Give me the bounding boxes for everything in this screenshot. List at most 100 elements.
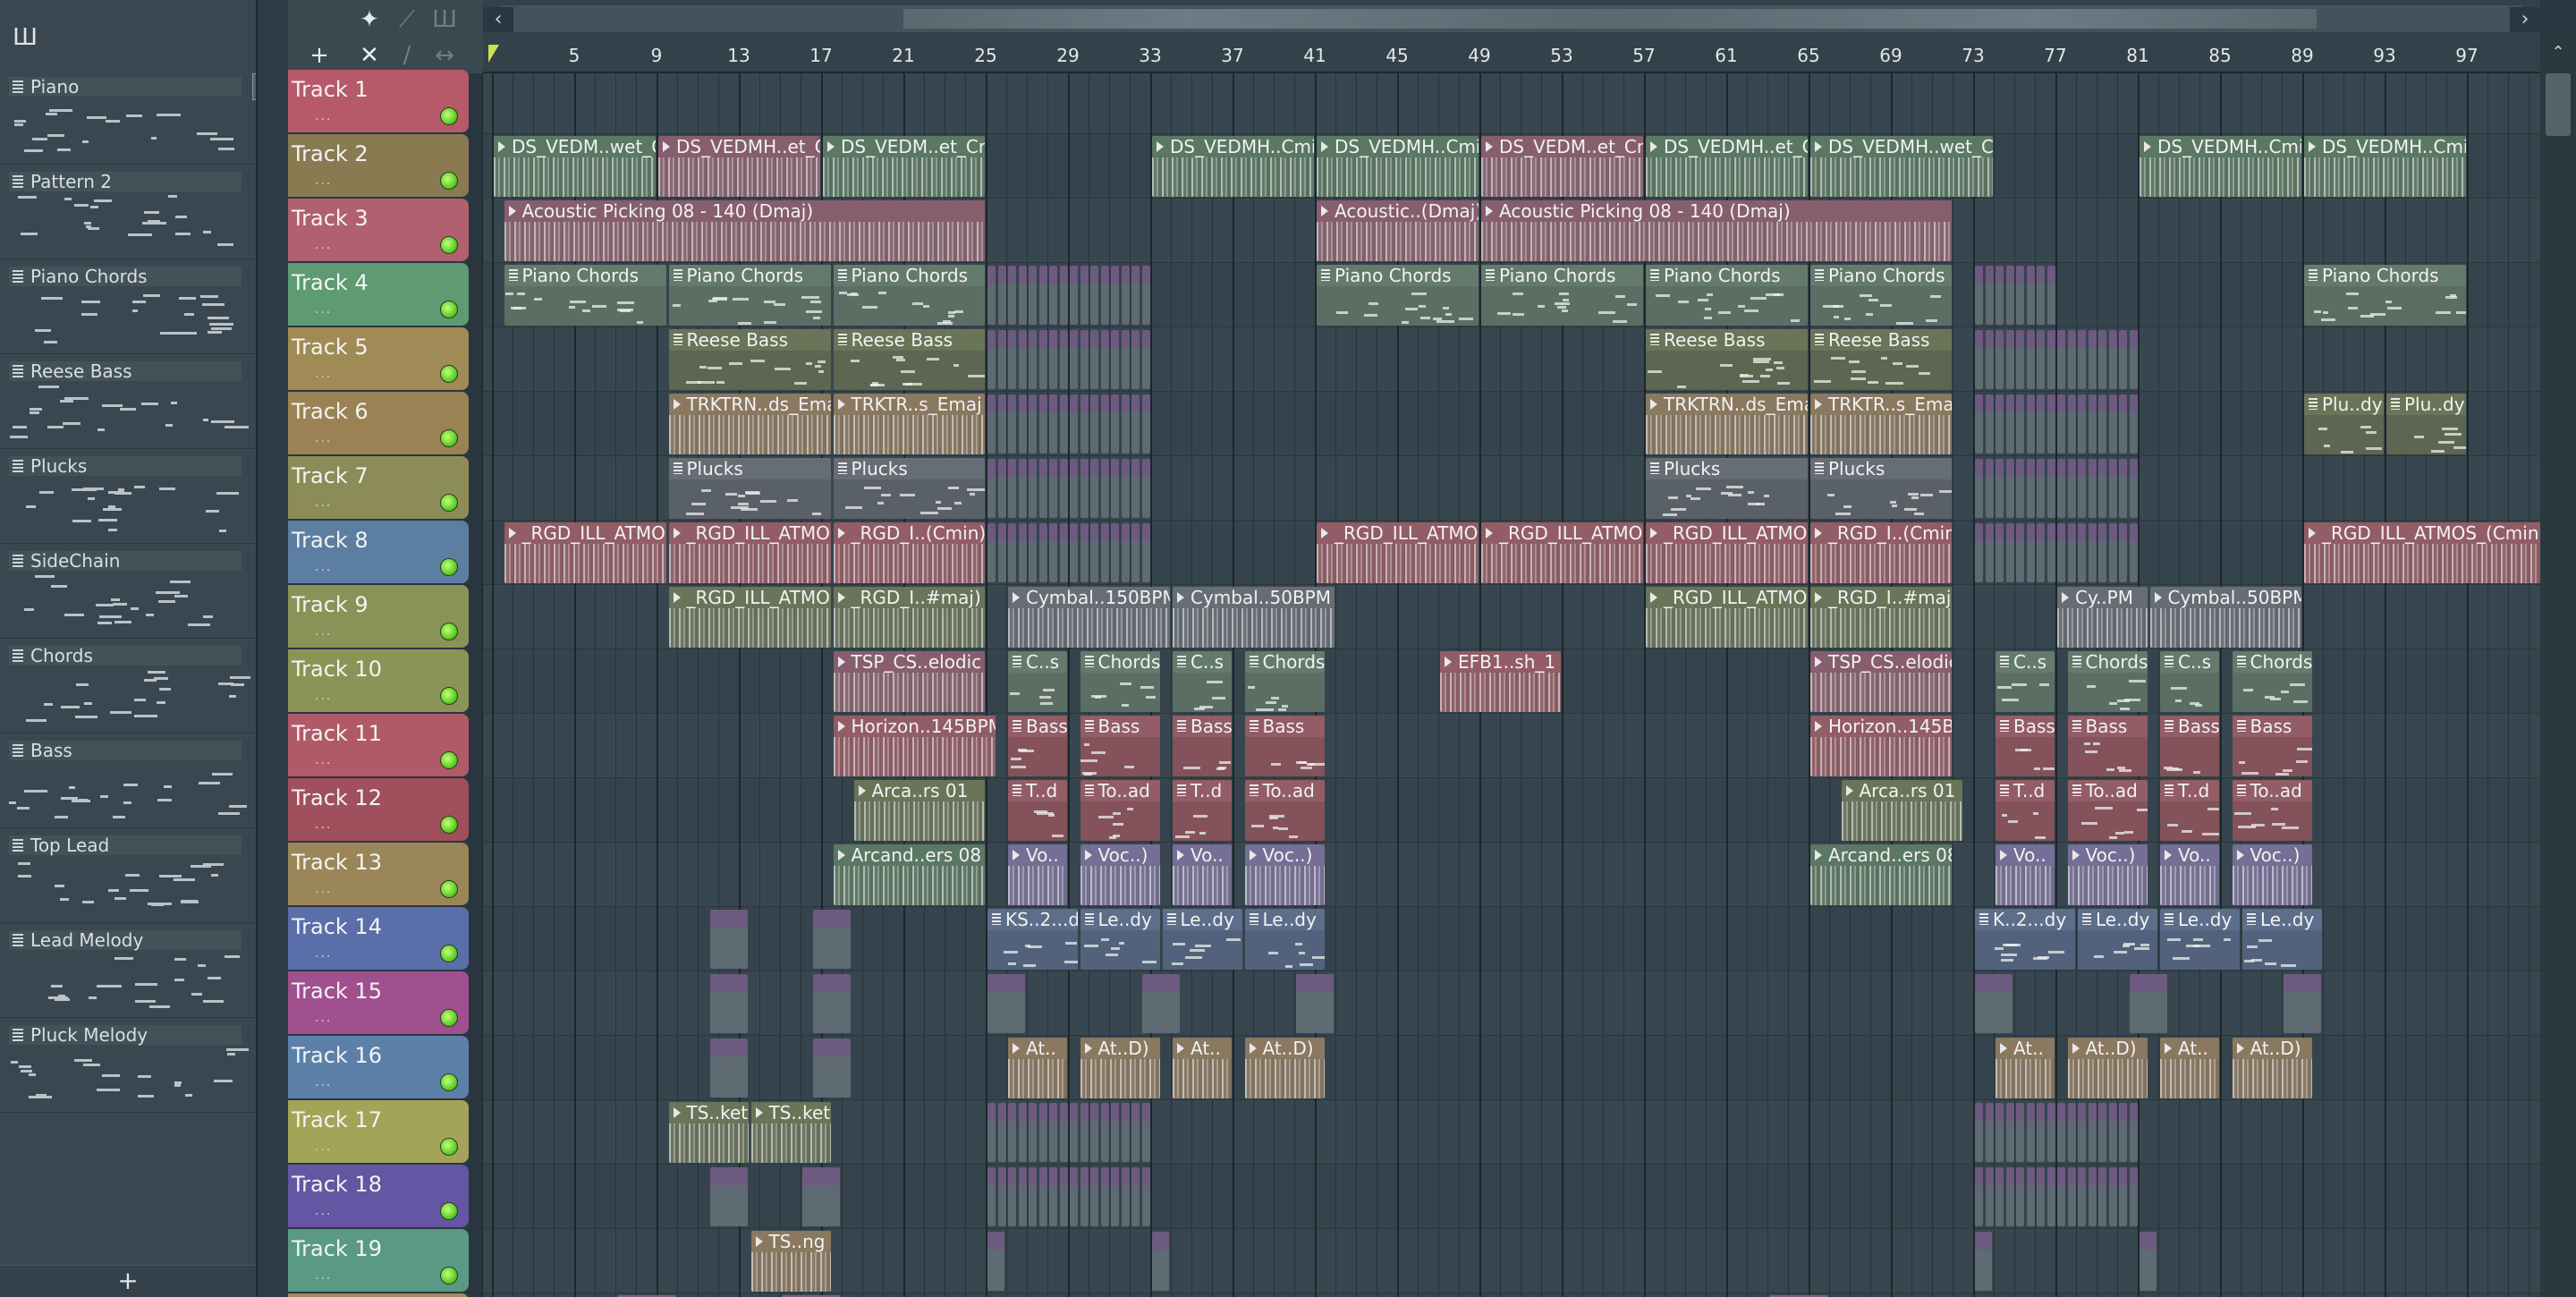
short-clip[interactable] — [2108, 394, 2117, 454]
short-clip[interactable] — [2108, 1103, 2117, 1162]
audio-clip[interactable]: Vo.. — [2160, 844, 2219, 905]
short-clip[interactable] — [2078, 523, 2086, 582]
short-clip[interactable] — [1975, 330, 1983, 389]
short-clip[interactable] — [1090, 330, 1098, 389]
short-clip[interactable] — [2026, 266, 2035, 325]
short-clip[interactable] — [1029, 1103, 1037, 1162]
mute-led[interactable] — [440, 107, 458, 125]
short-clip[interactable] — [2098, 1167, 2106, 1226]
track-header[interactable]: Track 16... — [288, 1036, 469, 1098]
short-clip[interactable] — [1038, 330, 1047, 389]
short-clip[interactable] — [709, 974, 748, 1033]
audio-clip[interactable]: _RGD_ILL_ATMOS_(Cmin) — [2304, 522, 2540, 583]
pattern-clip[interactable]: C..s — [2160, 651, 2219, 712]
short-clip[interactable] — [1131, 1103, 1140, 1162]
pattern-clip[interactable]: Piano Chords — [1810, 265, 1952, 326]
scroll-left-icon[interactable]: ‹ — [483, 7, 513, 32]
short-clip[interactable] — [2088, 1167, 2097, 1226]
mute-led[interactable] — [440, 623, 458, 640]
short-clip[interactable] — [997, 330, 1006, 389]
short-clip[interactable] — [1029, 459, 1037, 518]
close-icon[interactable]: ✕ — [351, 39, 388, 72]
short-clip[interactable] — [2026, 459, 2035, 518]
pattern-clip[interactable]: Piano Chords — [504, 265, 666, 326]
pattern-item[interactable]: SideChain — [0, 544, 256, 639]
add-pattern-button[interactable]: + — [0, 1265, 256, 1297]
short-clip[interactable] — [2057, 523, 2065, 582]
short-clip[interactable] — [987, 266, 996, 325]
short-clip[interactable] — [2098, 459, 2106, 518]
pattern-clip[interactable]: Bass — [1244, 716, 1325, 776]
short-clip[interactable] — [2119, 523, 2127, 582]
short-clip[interactable] — [997, 266, 1006, 325]
short-clip[interactable] — [1070, 1103, 1078, 1162]
pattern-item[interactable]: Top Lead — [0, 828, 256, 923]
pattern-clip[interactable]: Bass — [1173, 716, 1232, 776]
short-clip[interactable] — [2046, 1167, 2055, 1226]
pattern-clip[interactable]: Plu..dy — [2386, 394, 2466, 454]
audio-clip[interactable]: DS_VEDMH..Cmin — [1152, 136, 1314, 197]
pattern-item[interactable]: Piano Chords — [0, 259, 256, 354]
scroll-right-icon[interactable]: › — [2510, 7, 2540, 32]
short-clip[interactable] — [2026, 394, 2035, 454]
short-clip[interactable] — [1038, 1167, 1047, 1226]
audio-clip[interactable]: Cymbal..50BPM — [1173, 587, 1335, 648]
track-header[interactable]: Track 2... — [288, 134, 469, 197]
audio-clip[interactable]: Arca..rs 01 — [853, 780, 985, 841]
short-clip[interactable] — [2005, 330, 2014, 389]
short-clip[interactable] — [812, 1038, 851, 1098]
short-clip[interactable] — [812, 910, 851, 969]
short-clip[interactable] — [1131, 1167, 1140, 1226]
pattern-clip[interactable]: Piano Chords — [1646, 265, 1808, 326]
short-clip[interactable] — [1008, 394, 1016, 454]
short-clip[interactable] — [1985, 523, 1994, 582]
short-clip[interactable] — [2016, 523, 2024, 582]
short-clip[interactable] — [1996, 330, 2004, 389]
short-clip[interactable] — [2016, 330, 2024, 389]
short-clip[interactable] — [1038, 1103, 1047, 1162]
pattern-item[interactable]: Chords — [0, 639, 256, 733]
short-clip[interactable] — [2140, 1232, 2157, 1291]
track-menu[interactable]: ... — [315, 818, 332, 832]
audio-clip[interactable]: _RGD_I..#maj) — [833, 587, 985, 648]
audio-clip[interactable]: _RGD_ILL_ATMO — [1646, 587, 1808, 648]
audio-clip[interactable]: Voc..) — [1080, 844, 1160, 905]
track-lane[interactable] — [483, 1165, 2540, 1229]
pattern-clip[interactable]: Plucks — [833, 458, 985, 519]
audio-clip[interactable]: TRKTRN..ds_Emaj — [668, 394, 831, 454]
audio-clip[interactable]: _RGD_ILL_ATMO — [1317, 522, 1479, 583]
short-clip[interactable] — [2037, 459, 2045, 518]
short-clip[interactable] — [2037, 1167, 2045, 1226]
short-clip[interactable] — [1996, 459, 2004, 518]
audio-clip[interactable]: TSP_CS..elodic — [1810, 651, 1952, 712]
short-clip[interactable] — [2119, 394, 2127, 454]
short-clip[interactable] — [1018, 459, 1027, 518]
pattern-clip[interactable]: To..ad — [2067, 780, 2148, 841]
short-clip[interactable] — [802, 1167, 840, 1226]
short-clip[interactable] — [1038, 459, 1047, 518]
short-clip[interactable] — [2078, 459, 2086, 518]
short-clip[interactable] — [2078, 394, 2086, 454]
short-clip[interactable] — [2119, 1167, 2127, 1226]
track-menu[interactable]: ... — [315, 174, 332, 188]
audio-clip[interactable]: Acoustic..(Dmaj) — [1317, 200, 1479, 261]
short-clip[interactable] — [2119, 459, 2127, 518]
scroll-up-icon[interactable]: ⌃ — [2547, 43, 2569, 64]
short-clip[interactable] — [1100, 1167, 1109, 1226]
pattern-clip[interactable]: T..d — [2160, 780, 2219, 841]
short-clip[interactable] — [1059, 459, 1068, 518]
short-clip[interactable] — [1121, 523, 1130, 582]
timeline-ruler[interactable]: 5 9 13 17 21 25 29 33 37 41 45 49 53 57 61 65 69 73 77 81 85… — [483, 39, 2540, 73]
short-clip[interactable] — [1100, 523, 1109, 582]
short-clip[interactable] — [1049, 1103, 1057, 1162]
mute-led[interactable] — [440, 1138, 458, 1156]
short-clip[interactable] — [1038, 266, 1047, 325]
audio-clip[interactable]: TS..ng — [750, 1231, 831, 1292]
track-header[interactable]: Track 5... — [288, 327, 469, 390]
pattern-clip[interactable]: Chords — [1244, 651, 1325, 712]
short-clip[interactable] — [1049, 459, 1057, 518]
short-clip[interactable] — [1111, 330, 1119, 389]
audio-clip[interactable]: At.. — [2160, 1038, 2219, 1098]
pattern-item[interactable]: Pattern 2 — [0, 165, 256, 259]
track-menu[interactable]: ... — [315, 1075, 332, 1089]
